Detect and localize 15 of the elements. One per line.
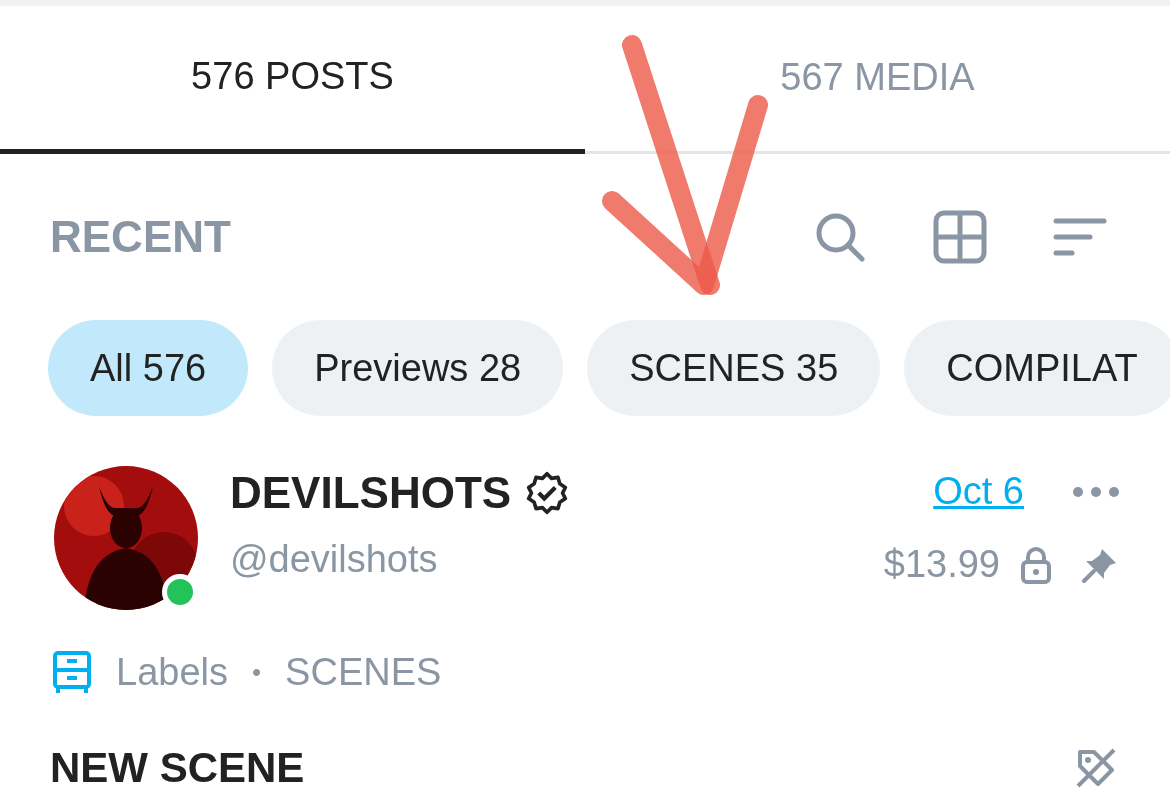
- separator: •: [252, 656, 262, 688]
- filter-chip[interactable]: SCENES 35: [587, 320, 881, 416]
- post-text: NEW SCENE: [50, 744, 305, 792]
- filter-chip[interactable]: Previews 28: [272, 320, 564, 416]
- filter-chip[interactable]: All 576: [48, 320, 249, 416]
- labels-caption: Labels: [116, 650, 228, 694]
- price: $13.99: [883, 543, 1000, 586]
- author-handle: @devilshots: [230, 538, 439, 581]
- more-icon[interactable]: [1072, 485, 1120, 498]
- section-title: RECENT: [50, 212, 231, 262]
- tag-off-icon[interactable]: [1074, 746, 1118, 790]
- drawer-icon: [52, 650, 92, 694]
- author-name: DEVILSHOTS: [230, 468, 512, 518]
- filter-chip[interactable]: COMPILAT: [904, 320, 1170, 416]
- tab[interactable]: 576 POSTS: [0, 12, 585, 154]
